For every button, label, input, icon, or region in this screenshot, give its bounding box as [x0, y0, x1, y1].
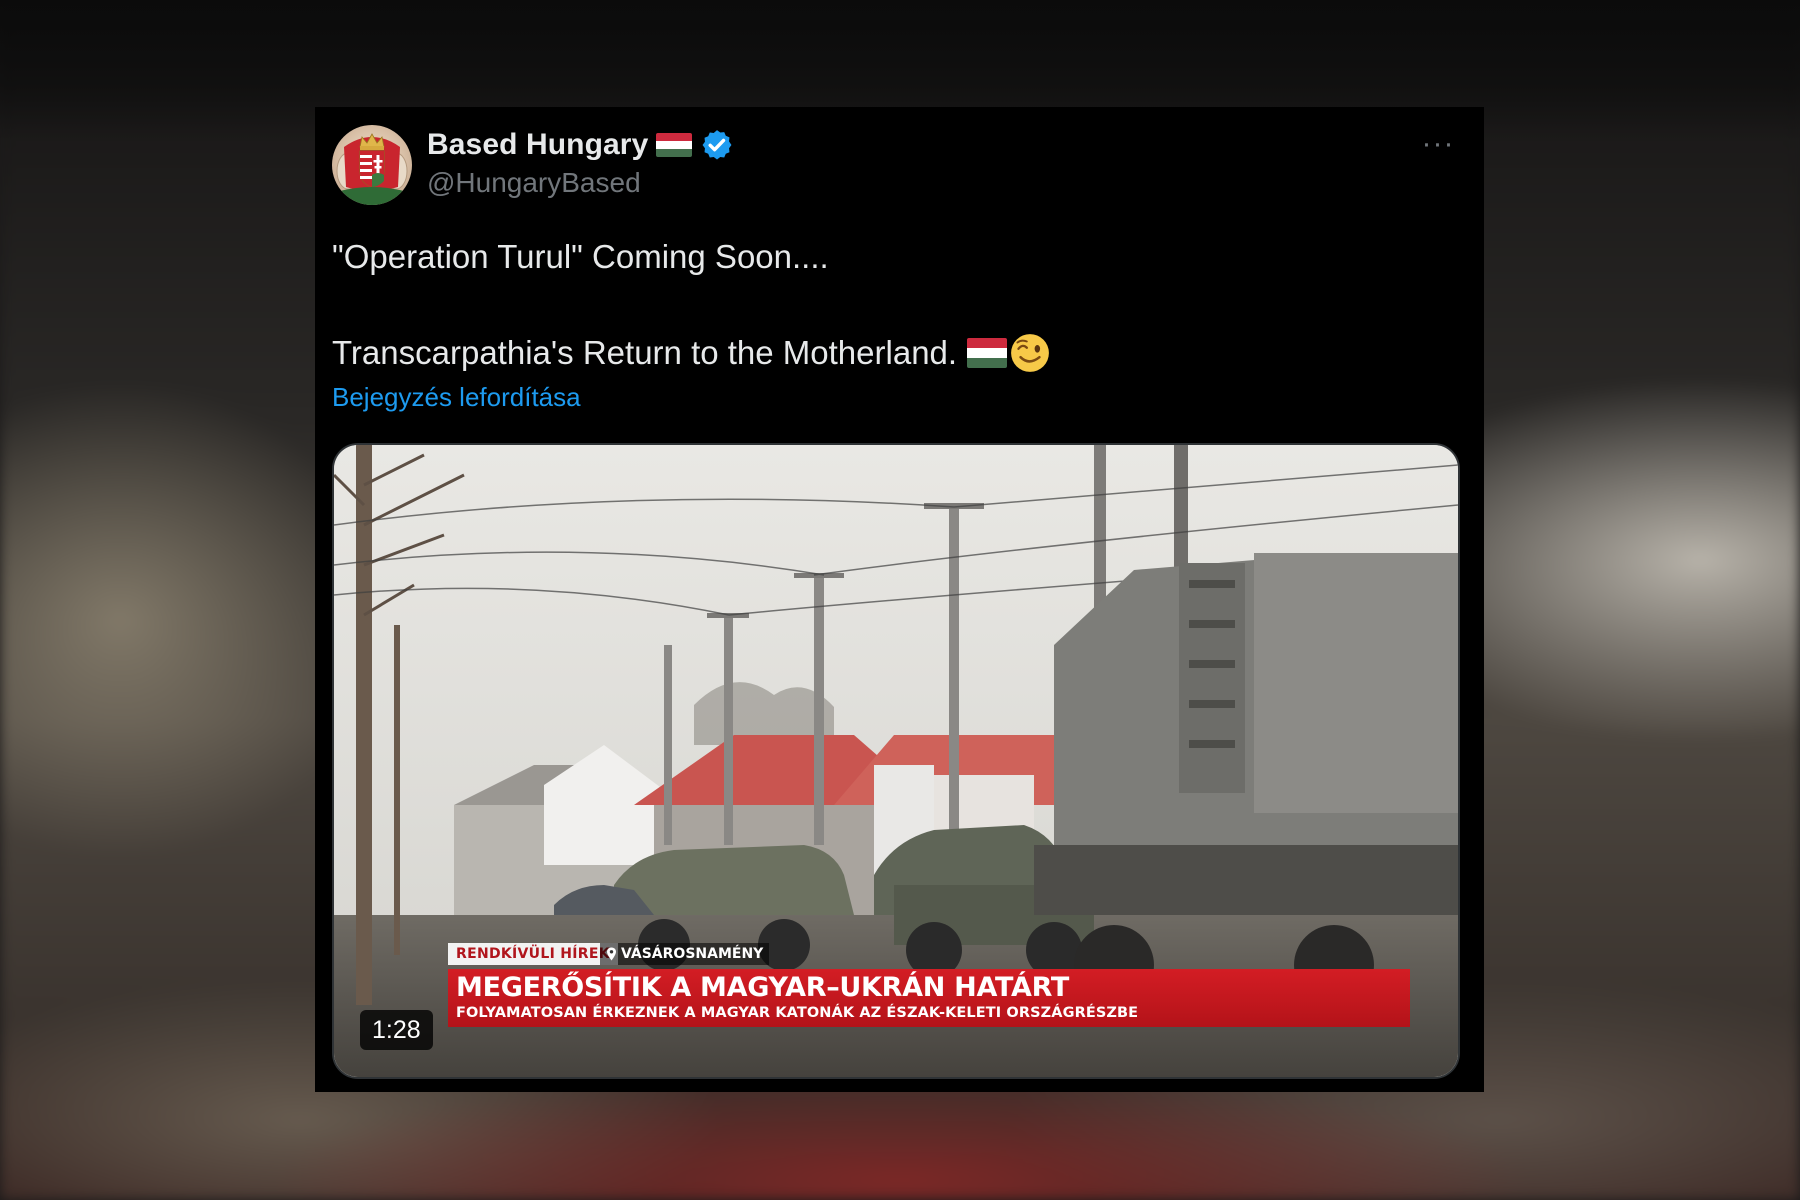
news-headline: MEGERŐSÍTIK A MAGYAR–UKRÁN HATÁRT: [456, 972, 1069, 1003]
hungarian-coat-of-arms-icon: [336, 133, 408, 205]
news-subheadline: FOLYAMATOSAN ÉRKEZNEK A MAGYAR KATONÁK A…: [456, 1005, 1139, 1021]
tweet-text-line-1: "Operation Turul" Coming Soon....: [332, 235, 1452, 279]
verified-badge-icon: [702, 130, 732, 160]
author-handle[interactable]: @HungaryBased: [427, 167, 641, 199]
news-location: VÁSÁROSNAMÉNY: [600, 943, 770, 965]
tweet-text-line-2-content: Transcarpathia's Return to the Motherlan…: [332, 334, 958, 371]
location-pin-icon: [607, 947, 616, 961]
breaking-news-label: RENDKÍVÜLI HÍREK: [448, 943, 618, 965]
hungary-flag-emoji-icon: [967, 338, 1008, 368]
tweet-card[interactable]: Based Hungary @HungaryBased ··· "Operati…: [315, 107, 1484, 1092]
video-duration-badge: 1:28: [360, 1010, 433, 1050]
translate-post-link[interactable]: Bejegyzés lefordítása: [332, 382, 581, 413]
tweet-text-line-2: Transcarpathia's Return to the Motherlan…: [332, 331, 1452, 375]
news-location-text: VÁSÁROSNAMÉNY: [621, 946, 764, 962]
hungary-flag-icon: [656, 133, 693, 157]
avatar[interactable]: [332, 125, 412, 205]
tweet-text: "Operation Turul" Coming Soon.... Transc…: [332, 235, 1452, 375]
video-player[interactable]: RENDKÍVÜLI HÍREK VÁSÁROSNAMÉNY MEGERŐSÍT…: [332, 443, 1460, 1079]
author-name-row[interactable]: Based Hungary: [427, 126, 734, 164]
news-headline-bar: MEGERŐSÍTIK A MAGYAR–UKRÁN HATÁRT FOLYAM…: [448, 969, 1410, 1027]
tweet-text-line-1-content: "Operation Turul" Coming Soon....: [332, 238, 829, 275]
more-options-button[interactable]: ···: [1418, 129, 1458, 159]
winking-face-emoji-icon: [1011, 334, 1049, 372]
author-display-name[interactable]: Based Hungary: [427, 128, 648, 162]
